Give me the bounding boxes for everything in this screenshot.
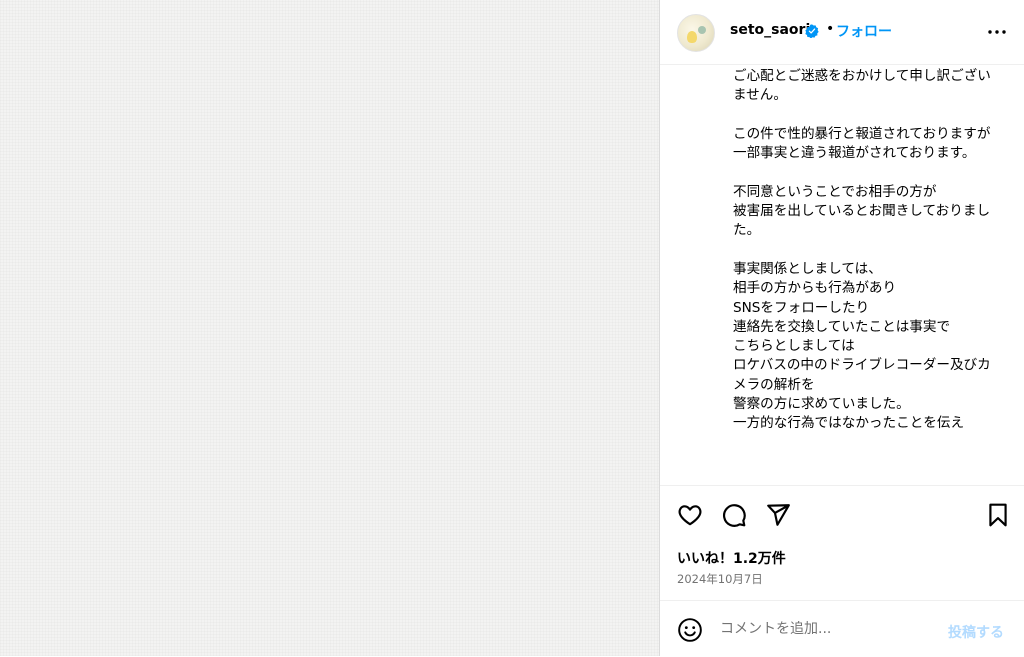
emoji-smile-icon[interactable] xyxy=(677,617,703,643)
follow-button[interactable]: フォロー xyxy=(836,21,892,41)
heart-icon[interactable] xyxy=(677,502,703,528)
like-count[interactable]: いいね！1.2万件 xyxy=(677,548,786,568)
instagram-post-view: seto_saori • フォロー ご心配とご迷惑をおかけして申し訳ございません… xyxy=(0,0,1024,656)
post-date: 2024年10月7日 xyxy=(677,572,763,586)
separator-dot: • xyxy=(826,21,835,37)
username-link[interactable]: seto_saori xyxy=(730,22,810,38)
avatar[interactable] xyxy=(677,14,715,52)
bookmark-icon[interactable] xyxy=(985,502,1011,528)
post-header: seto_saori • フォロー xyxy=(660,0,1024,65)
caption-scroll-area[interactable]: ご心配とご迷惑をおかけして申し訳ございません。 この件で性的暴行と報道されており… xyxy=(660,65,1024,485)
post-side-panel: seto_saori • フォロー ご心配とご迷惑をおかけして申し訳ございません… xyxy=(660,0,1024,656)
more-horizontal-icon[interactable] xyxy=(985,20,1009,44)
comment-bubble-icon[interactable] xyxy=(721,502,747,528)
post-comment-button[interactable]: 投稿する xyxy=(948,622,1004,642)
post-image xyxy=(0,0,660,656)
verified-badge-icon xyxy=(805,24,819,38)
comment-bar: 投稿する xyxy=(660,600,1024,657)
paper-plane-icon[interactable] xyxy=(765,502,791,528)
post-actions: いいね！1.2万件 2024年10月7日 xyxy=(660,485,1024,600)
post-caption: ご心配とご迷惑をおかけして申し訳ございません。 この件で性的暴行と報道されており… xyxy=(733,68,991,432)
comment-input[interactable] xyxy=(720,621,930,637)
